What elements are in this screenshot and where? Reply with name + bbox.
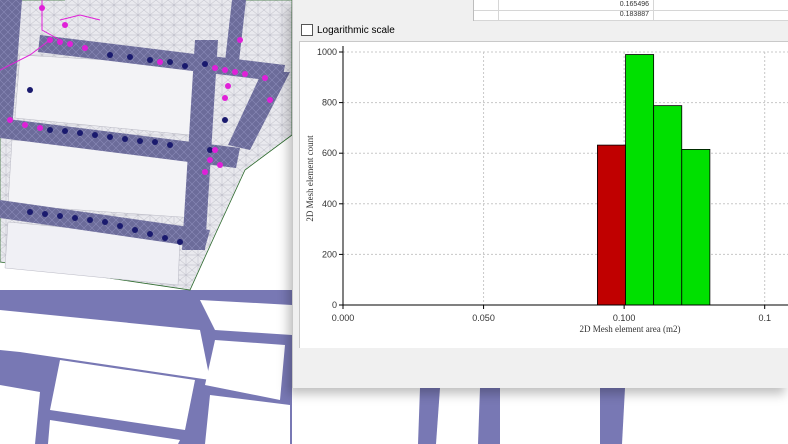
histogram-bar — [597, 144, 626, 306]
table-cell-value: 0.165496 — [498, 0, 654, 10]
histogram-bar — [681, 149, 711, 306]
x-axis-label: 2D Mesh element area (m2) — [580, 324, 681, 334]
logarithmic-scale-checkbox[interactable]: Logarithmic scale — [301, 23, 395, 37]
y-axis-label: 2D Mesh element count — [305, 135, 315, 222]
x-tick-label: 0.1 — [758, 313, 771, 323]
checkbox-box[interactable] — [301, 24, 313, 36]
x-tick-label: 0.050 — [472, 313, 495, 323]
statistics-table: 0.165496 0.183887 — [473, 0, 788, 21]
y-tick-label: 600 — [322, 148, 337, 158]
logarithmic-scale-label: Logarithmic scale — [317, 24, 395, 36]
histogram-bar — [653, 105, 683, 306]
histogram-bar — [625, 54, 655, 306]
mesh-statistics-dialog: 0.165496 0.183887 Logarithmic scale 0 200… — [292, 0, 788, 388]
x-tick-label: 0.000 — [332, 313, 355, 323]
y-tick-label: 0 — [332, 300, 337, 310]
y-tick-label: 800 — [322, 98, 337, 108]
table-row[interactable]: 0.183887 — [474, 10, 788, 21]
y-tick-label: 1000 — [317, 47, 337, 57]
y-tick-label: 400 — [322, 199, 337, 209]
histogram-panel: 0 200 400 600 800 1000 0.000 0.050 0.100 0.1 2D Me… — [299, 41, 788, 348]
table-cell-value: 0.183887 — [498, 10, 654, 20]
y-tick-label: 200 — [322, 249, 337, 259]
x-tick-label: 0.100 — [613, 313, 636, 323]
histogram-chart: 0 200 400 600 800 1000 0.000 0.050 0.100 0.1 2D Me… — [305, 46, 788, 334]
